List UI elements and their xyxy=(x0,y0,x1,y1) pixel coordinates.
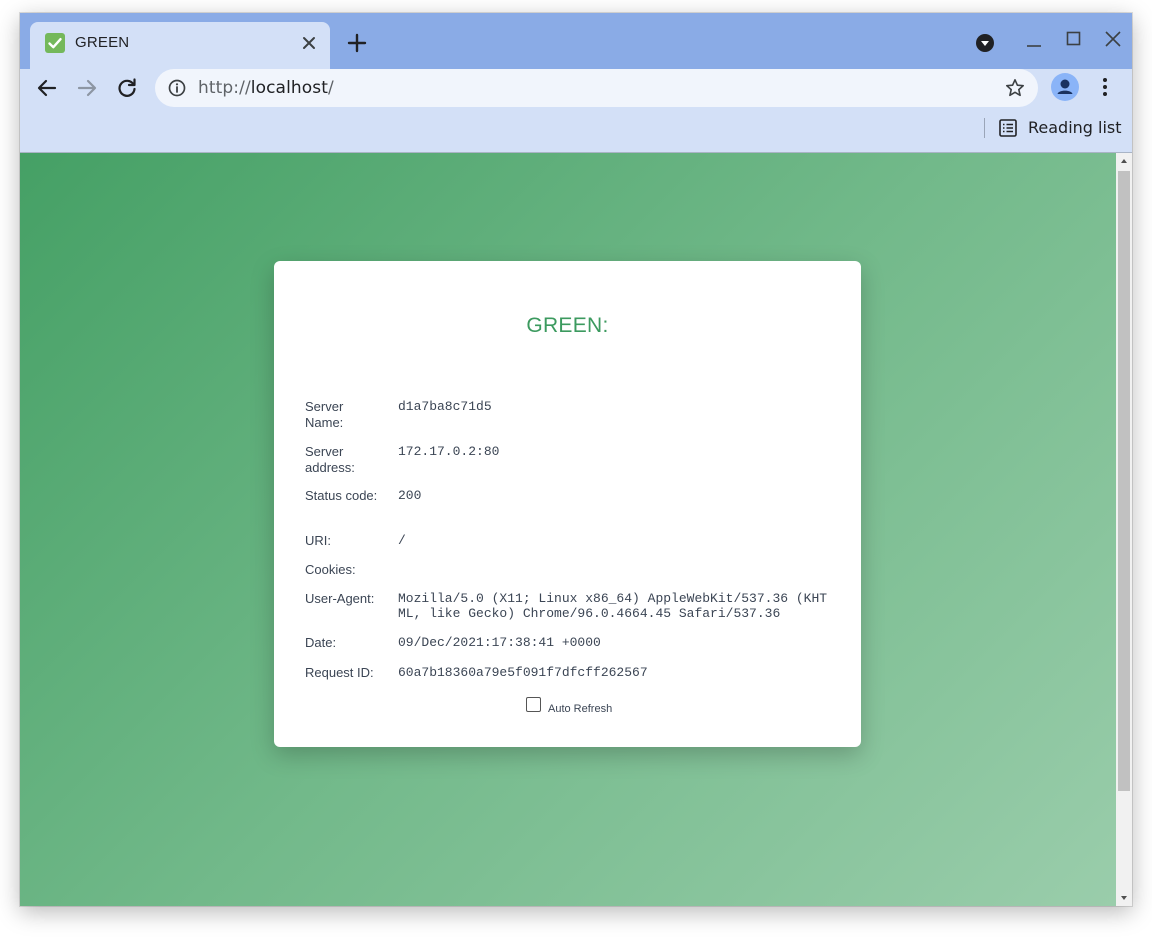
window-close-icon[interactable] xyxy=(1102,28,1124,50)
address-url: http://localhost/ xyxy=(198,78,334,98)
tab-close-icon[interactable] xyxy=(298,32,320,54)
row-value: d1a7ba8c71d5 xyxy=(398,399,492,414)
back-arrow-icon[interactable] xyxy=(32,73,62,103)
row-label: Cookies: xyxy=(305,562,356,577)
row-label: URI: xyxy=(305,533,331,548)
row-value: 200 xyxy=(398,488,422,503)
site-info-icon[interactable] xyxy=(167,78,187,98)
reading-list-icon xyxy=(998,118,1018,138)
bookmarks-separator xyxy=(984,118,985,138)
new-tab-plus-icon[interactable] xyxy=(345,31,369,55)
minimize-icon[interactable] xyxy=(1023,31,1045,53)
url-path: / xyxy=(328,78,334,98)
scrollbar-thumb[interactable] xyxy=(1118,171,1130,791)
row-label: Status code: xyxy=(305,488,378,503)
row-value: / xyxy=(398,533,406,548)
reading-list-label: Reading list xyxy=(1028,118,1122,137)
browser-window: GREEN http://localhost/ Reading list GRE… xyxy=(20,13,1132,906)
scroll-up-arrow-icon[interactable] xyxy=(1116,153,1132,169)
row-value: 172.17.0.2:80 xyxy=(398,444,500,459)
info-card: GREEN: Server Name: d1a7ba8c71d5 Server … xyxy=(274,261,861,747)
row-label: User-Agent: xyxy=(305,591,375,606)
row-value: 09/Dec/2021:17:38:41 +0000 xyxy=(398,635,601,650)
reload-icon[interactable] xyxy=(112,73,142,103)
auto-refresh-label[interactable]: Auto Refresh xyxy=(548,703,612,715)
tab-green[interactable]: GREEN xyxy=(30,22,330,69)
row-value: 60a7b18360a79e5f091f7dfcff262567 xyxy=(398,665,648,680)
maximize-icon[interactable] xyxy=(1063,28,1085,50)
scroll-down-arrow-icon[interactable] xyxy=(1116,890,1132,906)
vertical-scrollbar[interactable] xyxy=(1116,153,1132,906)
page-viewport: GREEN: Server Name: d1a7ba8c71d5 Server … xyxy=(20,153,1116,906)
check-favicon-icon xyxy=(45,33,65,53)
row-label: Date: xyxy=(305,635,337,650)
url-host: localhost xyxy=(250,78,328,98)
page-title: GREEN: xyxy=(526,314,609,337)
auto-refresh-checkbox[interactable] xyxy=(526,697,541,712)
profile-avatar-icon[interactable] xyxy=(1051,73,1079,101)
browser-toolbar: http://localhost/ Reading list xyxy=(20,69,1132,153)
address-bar[interactable]: http://localhost/ xyxy=(155,69,1038,107)
forward-arrow-icon[interactable] xyxy=(72,73,102,103)
menu-kebab-icon[interactable] xyxy=(1093,74,1117,100)
url-scheme: http:// xyxy=(198,78,251,98)
row-value: Mozilla/5.0 (X11; Linux x86_64) AppleWeb… xyxy=(398,591,828,621)
tab-strip: GREEN xyxy=(20,13,1132,69)
tab-search-dropdown-icon[interactable] xyxy=(975,33,995,53)
bookmark-star-icon[interactable] xyxy=(1004,77,1026,99)
row-label: Request ID: xyxy=(305,665,374,680)
row-label: Server Name: xyxy=(305,399,344,430)
row-label: Server address: xyxy=(305,444,355,475)
tab-title: GREEN xyxy=(75,34,130,51)
